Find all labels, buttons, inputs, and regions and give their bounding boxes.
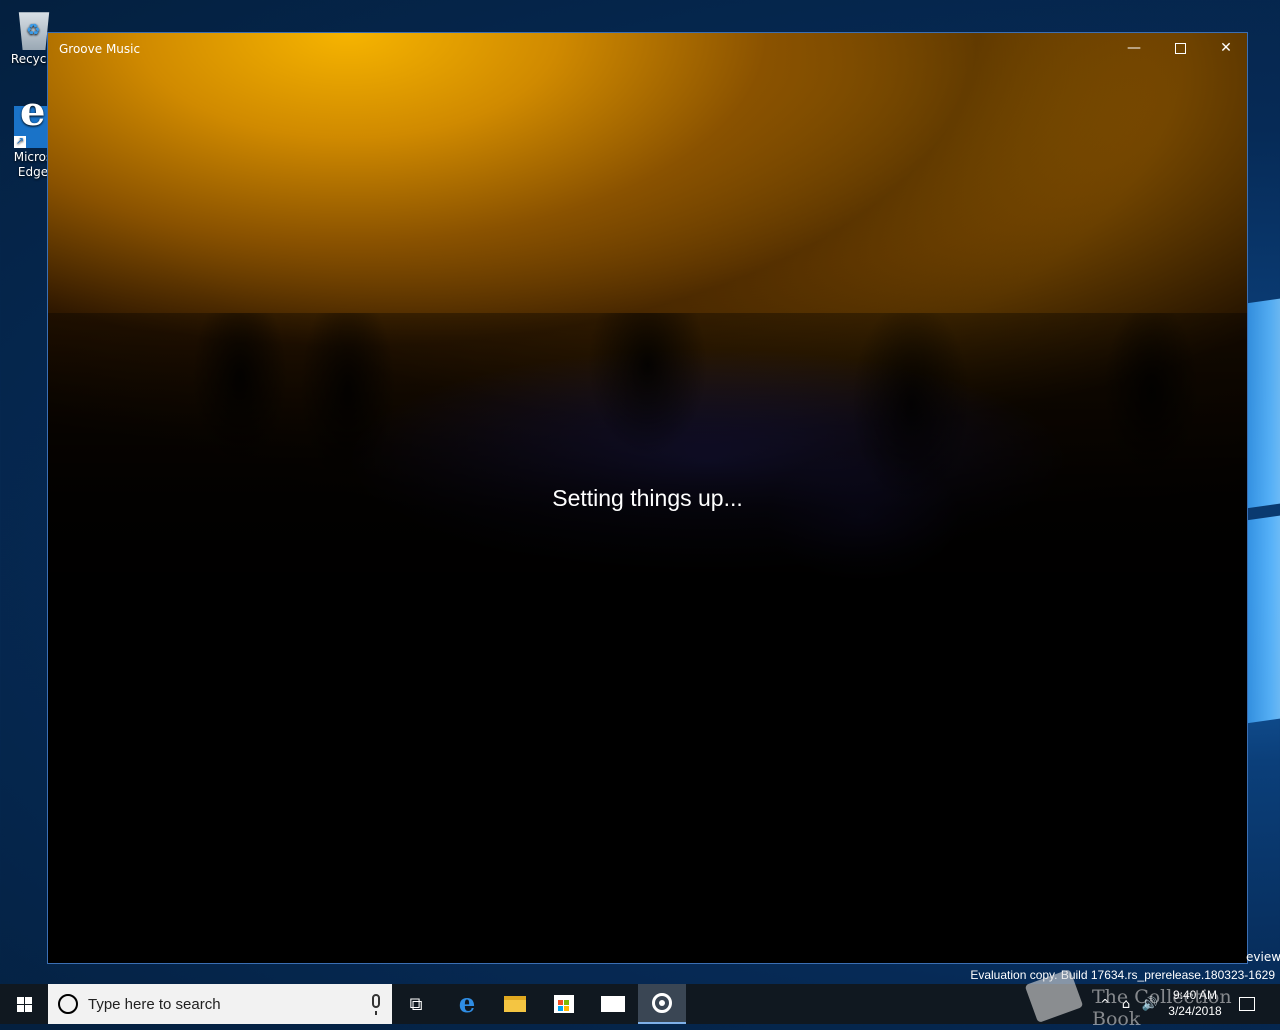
task-view-button[interactable]: ⧉ bbox=[394, 984, 438, 1024]
taskbar-groove-music[interactable] bbox=[638, 984, 686, 1024]
window-title: Groove Music bbox=[59, 42, 141, 56]
collection-book-watermark: The Collection Book bbox=[1024, 968, 1270, 1030]
windows-start-icon bbox=[16, 996, 32, 1012]
groove-music-icon bbox=[652, 993, 672, 1013]
maximize-icon bbox=[1174, 42, 1186, 54]
close-icon: ✕ bbox=[1220, 40, 1232, 56]
microphone-icon[interactable] bbox=[372, 994, 380, 1015]
shortcut-arrow-icon: ↗ bbox=[14, 136, 26, 148]
taskbar-store[interactable] bbox=[540, 984, 588, 1024]
taskbar-mail[interactable] bbox=[589, 984, 637, 1024]
store-icon bbox=[554, 995, 574, 1013]
maximize-button[interactable] bbox=[1157, 33, 1203, 64]
book-logo-icon bbox=[1024, 968, 1084, 1024]
brand-text: The Collection Book bbox=[1092, 986, 1232, 1030]
watermark-preview: eview bbox=[1246, 950, 1280, 964]
search-placeholder: Type here to search bbox=[88, 996, 221, 1013]
cortana-icon bbox=[58, 994, 78, 1014]
start-button[interactable] bbox=[0, 984, 48, 1024]
search-box[interactable]: Type here to search bbox=[48, 984, 392, 1024]
task-view-icon: ⧉ bbox=[409, 993, 423, 1015]
minimize-button[interactable]: — bbox=[1111, 33, 1157, 64]
setup-status-text: Setting things up... bbox=[552, 485, 743, 511]
close-button[interactable]: ✕ bbox=[1203, 33, 1247, 64]
taskbar-file-explorer[interactable] bbox=[491, 984, 539, 1024]
folder-icon bbox=[504, 996, 526, 1012]
concert-background bbox=[48, 313, 1247, 963]
minimize-icon: — bbox=[1127, 40, 1141, 56]
taskbar-edge[interactable]: e bbox=[443, 984, 491, 1024]
edge-taskbar-icon: e bbox=[458, 989, 476, 1019]
title-bar[interactable]: Groove Music — ✕ bbox=[48, 33, 1247, 64]
mail-icon bbox=[601, 996, 625, 1012]
groove-music-window: Groove Music — ✕ Setting things up... bbox=[47, 32, 1248, 964]
